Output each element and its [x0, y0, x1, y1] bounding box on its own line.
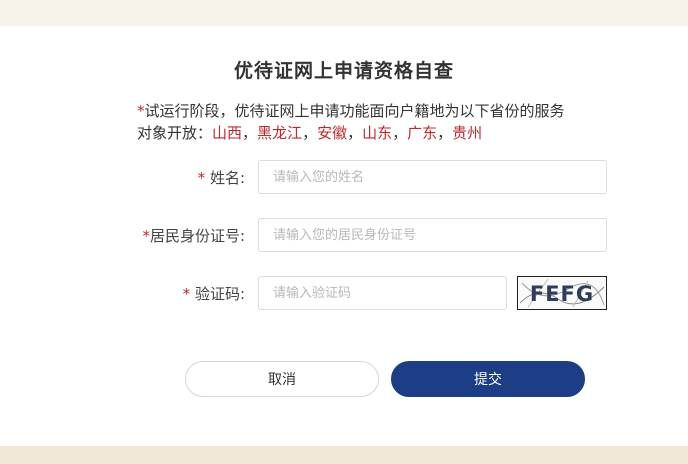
captcha-input[interactable]: [258, 276, 507, 310]
notice-line-1-text: 试运行阶段，优待证网上申请功能面向户籍地为以下省份的服务: [144, 102, 565, 120]
self-check-panel: 优待证网上申请资格自查 *试运行阶段，优待证网上申请功能面向户籍地为以下省份的服…: [0, 26, 688, 446]
notice-line-2: 对象开放：山西，黑龙江，安徽，山东，广东，贵州: [137, 122, 617, 144]
province-shanxi: 山西: [212, 124, 243, 142]
cancel-button[interactable]: 取消: [185, 361, 379, 397]
name-label-text: 姓名:: [209, 169, 245, 187]
id-number-required-mark: *: [142, 227, 150, 245]
name-row: * 姓名:: [0, 160, 688, 196]
province-separator: ，: [392, 124, 408, 142]
province-separator: ，: [347, 124, 363, 142]
province-separator: ，: [437, 124, 453, 142]
top-band: [0, 0, 688, 26]
province-shandong: 山东: [362, 124, 393, 142]
province-heilongjiang: 黑龙江: [257, 124, 303, 142]
notice-star: *: [137, 102, 145, 120]
submit-button[interactable]: 提交: [391, 361, 585, 397]
province-separator: ，: [242, 124, 258, 142]
notice-text: *试运行阶段，优待证网上申请功能面向户籍地为以下省份的服务 对象开放：山西，黑龙…: [137, 100, 617, 144]
province-anhui: 安徽: [317, 124, 348, 142]
captcha-row: * 验证码: FEFG: [0, 276, 688, 312]
captcha-label: * 验证码:: [183, 276, 245, 312]
captcha-image[interactable]: FEFG: [517, 276, 607, 310]
province-separator: ，: [302, 124, 318, 142]
name-label: * 姓名:: [198, 160, 245, 196]
captcha-required-mark: *: [182, 285, 191, 303]
id-number-label-text: 居民身份证号:: [149, 227, 245, 245]
name-input[interactable]: [258, 160, 607, 194]
captcha-text: FEFG: [530, 282, 594, 306]
province-guizhou: 贵州: [452, 124, 483, 142]
name-required-mark: *: [197, 169, 206, 187]
id-number-input[interactable]: [258, 218, 607, 252]
captcha-label-text: 验证码:: [194, 285, 245, 303]
province-guangdong: 广东: [407, 124, 438, 142]
page-title: 优待证网上申请资格自查: [233, 60, 454, 82]
notice-line-1: *试运行阶段，优待证网上申请功能面向户籍地为以下省份的服务: [137, 100, 617, 122]
id-number-label: *居民身份证号:: [142, 218, 245, 254]
id-number-row: *居民身份证号:: [0, 218, 688, 254]
notice-line-2-prefix: 对象开放：: [137, 124, 213, 142]
bottom-band: [0, 446, 688, 464]
captcha-graphic: FEFG: [518, 277, 606, 309]
